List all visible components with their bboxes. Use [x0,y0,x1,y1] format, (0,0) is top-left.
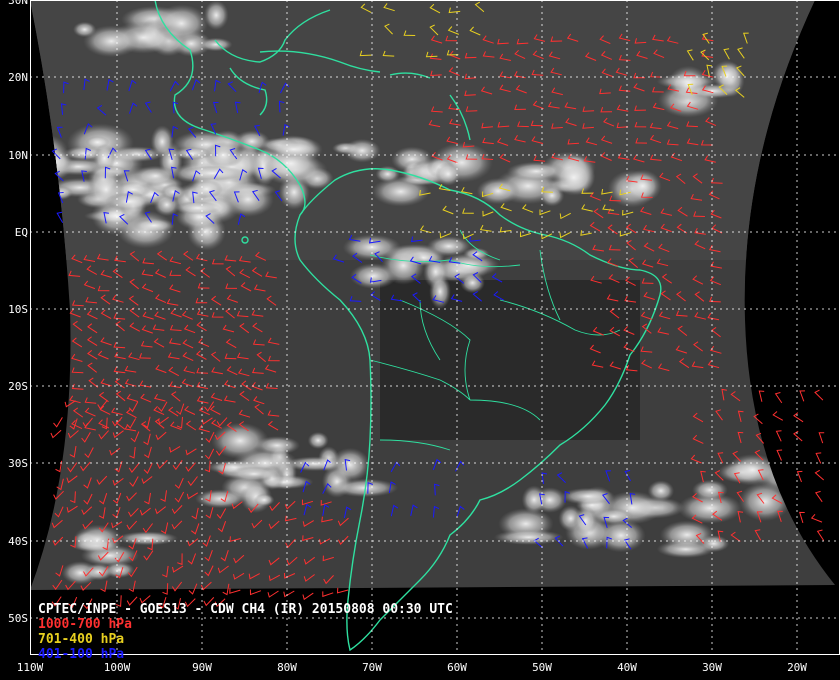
map-caption: CPTEC/INPE - GOES13 - CDW CH4 (IR) 20150… [38,602,453,662]
cloud [199,37,233,52]
latitude-label: 30N [8,0,28,7]
cloud [179,165,245,181]
cloud [253,493,275,507]
latitude-label: 50S [8,612,28,625]
longitude-label: 40W [617,661,637,674]
cloud [429,273,451,310]
latitude-label: 40S [8,535,28,548]
longitude-label: 110W [17,661,44,674]
legend-mid-level: 701-400 hPa [38,632,125,647]
product-title: CPTEC/INPE - GOES13 - CDW CH4 (IR) 20150… [38,602,453,617]
longitude-label: 50W [532,661,552,674]
cloud [228,466,280,482]
longitude-label: 90W [192,661,212,674]
longitude-label: 100W [104,661,131,674]
cloud [104,192,154,211]
latitude-label: 30S [8,457,28,470]
cloud [284,456,347,472]
cloud [133,165,178,187]
cloud [116,531,179,546]
latitude-label: 20S [8,380,28,393]
satellite-wind-map: 30N 20N 10N EQ 10S 20S 30S 40S 50S 110W 100W 90W 80W… [0,0,840,680]
cloud [692,479,728,501]
satellite-image [30,0,835,590]
legend-low-level: 1000-700 hPa [38,617,132,632]
longitude-label: 20W [787,661,807,674]
cloud [307,431,329,450]
longitude-label: 70W [362,661,382,674]
cloud [84,563,113,581]
cloud [194,489,247,509]
cloud [573,506,598,536]
cloud [552,159,596,196]
latitude-label: EQ [15,226,28,239]
cloud [560,487,616,505]
cloud [174,201,222,215]
cloud [132,218,176,233]
cloud [435,162,461,186]
cloud [83,25,140,58]
legend-high-level: 401-100 hPa [38,647,125,662]
cloud [493,529,564,545]
latitude-label: 10S [8,303,28,316]
longitude-label: 30W [702,661,722,674]
cloud [343,138,381,163]
cloud [521,485,547,514]
longitude-label: 60W [447,661,467,674]
cloud [190,179,223,199]
cloud [476,177,520,205]
cloud [426,236,471,257]
longitude-label: 80W [277,661,297,674]
cloud [659,520,715,550]
cloud [73,524,123,555]
latitude-label: 10N [8,149,28,162]
cloud [711,60,742,90]
cloud [161,183,186,200]
latitude-label: 20N [8,71,28,84]
cloud [349,263,398,289]
